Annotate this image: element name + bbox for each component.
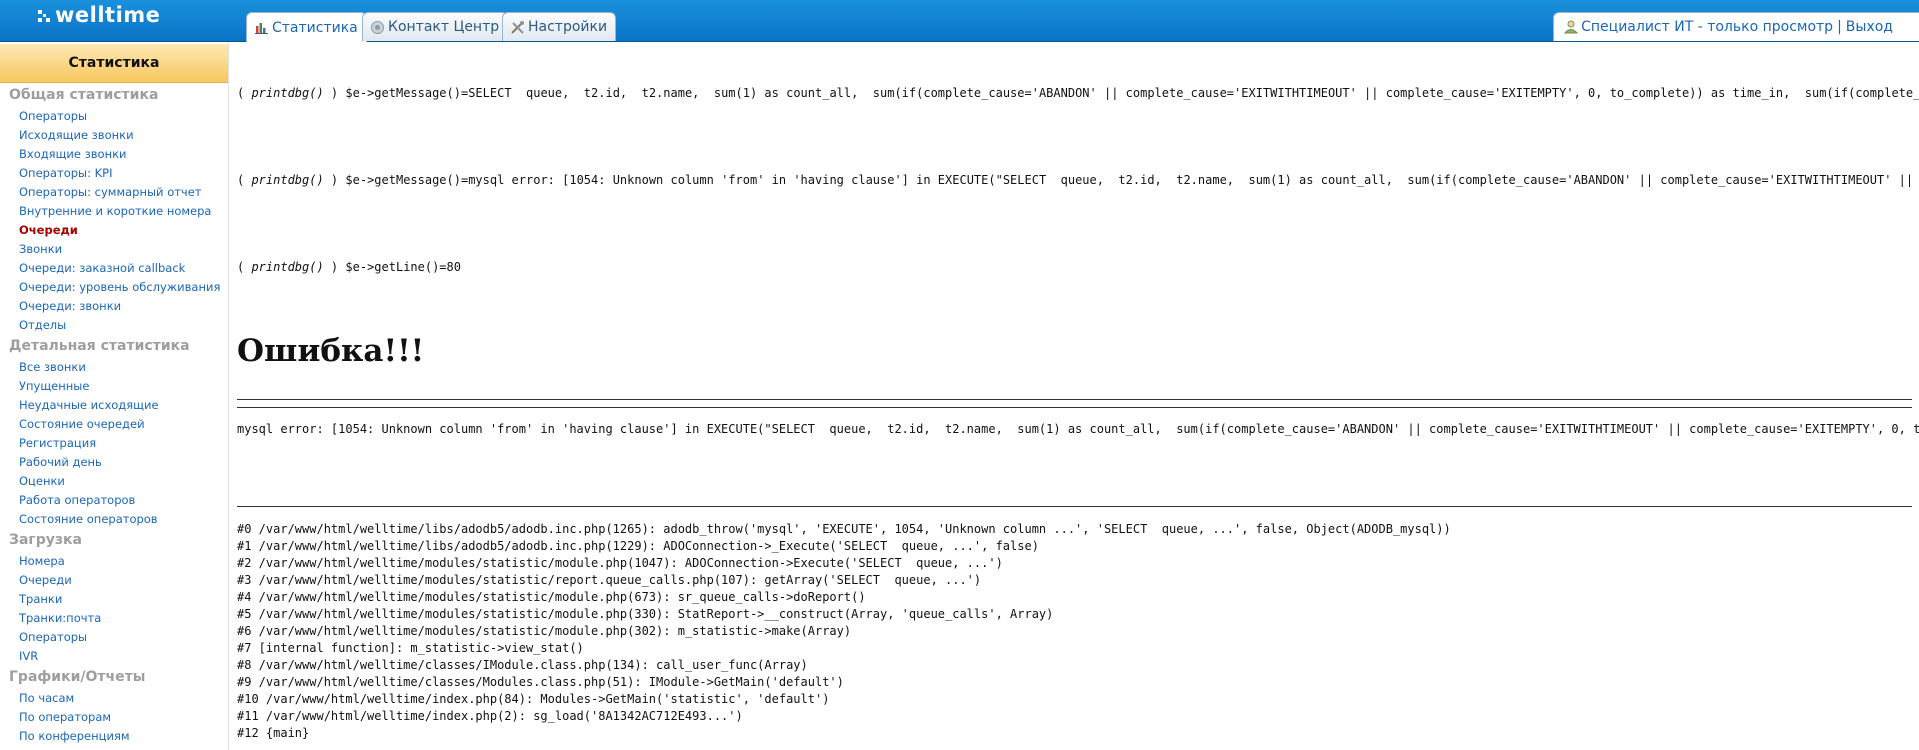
stack-trace-line: #6 /var/www/html/welltime/modules/statis… [237, 624, 852, 638]
debug-text: $e->getMessage()=SELECT queue, t2.id, t2… [345, 86, 1919, 100]
sidebar-item-numbers[interactable]: Номера [19, 554, 65, 568]
debug-function: printdbg() [251, 86, 324, 100]
sidebar-item-by-conferences[interactable]: По конференциям [19, 729, 130, 743]
tools-icon [511, 20, 524, 34]
divider [237, 506, 1912, 507]
divider [237, 407, 1912, 408]
sidebar-item-departments[interactable]: Отделы [19, 318, 66, 332]
debug-function: printdbg() [251, 260, 324, 274]
tab-statistics[interactable]: Статистика [246, 12, 367, 42]
tab-settings[interactable]: Настройки [502, 12, 617, 41]
sidebar-item-load-operators[interactable]: Операторы [19, 630, 87, 644]
sidebar-item-ratings[interactable]: Оценки [19, 474, 65, 488]
debug-text: $e->getLine()=80 [345, 260, 461, 274]
sidebar-item-queues-callback[interactable]: Очереди: заказной callback [19, 261, 185, 275]
logo-icon [38, 10, 50, 22]
sidebar-item-missed[interactable]: Упущенные [19, 379, 89, 393]
debug-line: ( printdbg() ) $e->getMessage()=mysql er… [237, 173, 1919, 187]
sidebar-item-registration[interactable]: Регистрация [19, 436, 96, 450]
tab-label: Статистика [272, 19, 358, 36]
stack-trace-line: #12 {main} [237, 726, 310, 740]
main-content: ( printdbg() ) $e->getMessage()=SELECT q… [237, 42, 1919, 750]
sidebar-item-queues[interactable]: Очереди [19, 223, 78, 237]
bar-chart-icon [255, 23, 268, 34]
contact-center-icon [371, 20, 384, 34]
stack-trace-line: #4 /var/www/html/welltime/modules/statis… [237, 590, 866, 604]
stack-trace-line: #5 /var/www/html/welltime/modules/statis… [237, 607, 1054, 621]
tab-label: Контакт Центр [388, 19, 500, 35]
stack-trace-line: #3 /var/www/html/welltime/modules/statis… [237, 573, 982, 587]
sidebar-item-queue-state[interactable]: Состояние очередей [19, 417, 145, 431]
stack-trace-line: #2 /var/www/html/welltime/modules/statis… [237, 556, 1003, 570]
sidebar-title: Статистика [0, 44, 228, 83]
error-title: Ошибка!!! [237, 333, 425, 369]
user-bar: Специалист ИТ - только просмотр | Выход [1553, 12, 1919, 41]
sidebar-item-queues-service-level[interactable]: Очереди: уровень обслуживания [19, 280, 220, 294]
sidebar-item-internal-numbers[interactable]: Внутренние и короткие номера [19, 204, 211, 218]
sidebar-item-all-calls[interactable]: Все звонки [19, 360, 86, 374]
sidebar-item-operators-state[interactable]: Состояние операторов [19, 512, 158, 526]
debug-line: ( printdbg() ) $e->getLine()=80 [237, 260, 461, 274]
divider [237, 399, 1912, 400]
error-message: mysql error: [1054: Unknown column 'from… [237, 422, 1919, 436]
sidebar-item-incoming-calls[interactable]: Входящие звонки [19, 147, 127, 161]
stack-trace-line: #0 /var/www/html/welltime/libs/adodb5/ad… [237, 522, 1451, 536]
stack-trace-line: #10 /var/www/html/welltime/index.php(84)… [237, 692, 830, 706]
section-title-general: Общая статистика [9, 87, 159, 103]
sidebar-item-operators-summary[interactable]: Операторы: суммарный отчет [19, 185, 202, 199]
section-title-load: Загрузка [9, 532, 82, 548]
section-title-graphs: Графики/Отчеты [9, 669, 146, 685]
sidebar-item-trunks[interactable]: Транки [19, 592, 62, 606]
stack-trace-line: #11 /var/www/html/welltime/index.php(2):… [237, 709, 743, 723]
user-icon [1564, 20, 1579, 34]
sidebar-item-by-hours[interactable]: По часам [19, 691, 74, 705]
sidebar-item-trunks-mail[interactable]: Транки:почта [19, 611, 101, 625]
stack-trace-line: #9 /var/www/html/welltime/classes/Module… [237, 675, 844, 689]
debug-line: ( printdbg() ) $e->getMessage()=SELECT q… [237, 86, 1919, 100]
tab-contact-center[interactable]: Контакт Центр [362, 12, 509, 41]
logo[interactable]: welltime [37, 3, 160, 27]
section-title-detailed: Детальная статистика [9, 338, 190, 354]
sidebar-item-queues-calls[interactable]: Очереди: звонки [19, 299, 121, 313]
logout-link[interactable]: Выход [1846, 19, 1893, 35]
debug-text: $e->getMessage()=mysql error: [1054: Unk… [345, 173, 1914, 187]
sidebar: Статистика Общая статистика Операторы Ис… [0, 42, 229, 750]
sidebar-item-workday[interactable]: Рабочий день [19, 455, 102, 469]
sidebar-item-ivr[interactable]: IVR [19, 649, 38, 663]
sidebar-item-failed-outgoing[interactable]: Неудачные исходящие [19, 398, 159, 412]
sidebar-item-by-operators[interactable]: По операторам [19, 710, 111, 724]
sidebar-item-operators[interactable]: Операторы [19, 109, 87, 123]
sidebar-item-outgoing-calls[interactable]: Исходящие звонки [19, 128, 134, 142]
tab-label: Настройки [528, 19, 608, 35]
stack-trace-line: #7 [internal function]: m_statistic->vie… [237, 641, 584, 655]
debug-function: printdbg() [251, 173, 324, 187]
logo-text: welltime [55, 3, 161, 27]
stack-trace-line: #8 /var/www/html/welltime/classes/IModul… [237, 658, 808, 672]
sidebar-item-operators-work[interactable]: Работа операторов [19, 493, 135, 507]
sidebar-item-calls[interactable]: Звонки [19, 242, 62, 256]
sidebar-item-operators-kpi[interactable]: Операторы: KPI [19, 166, 113, 180]
top-bar: welltime Статистика Контакт Центр Настро… [0, 0, 1919, 42]
separator: | [1837, 19, 1842, 35]
stack-trace-line: #1 /var/www/html/welltime/libs/adodb5/ad… [237, 539, 1039, 553]
sidebar-item-load-queues[interactable]: Очереди [19, 573, 72, 587]
user-profile-link[interactable]: Специалист ИТ - только просмотр [1581, 19, 1833, 35]
